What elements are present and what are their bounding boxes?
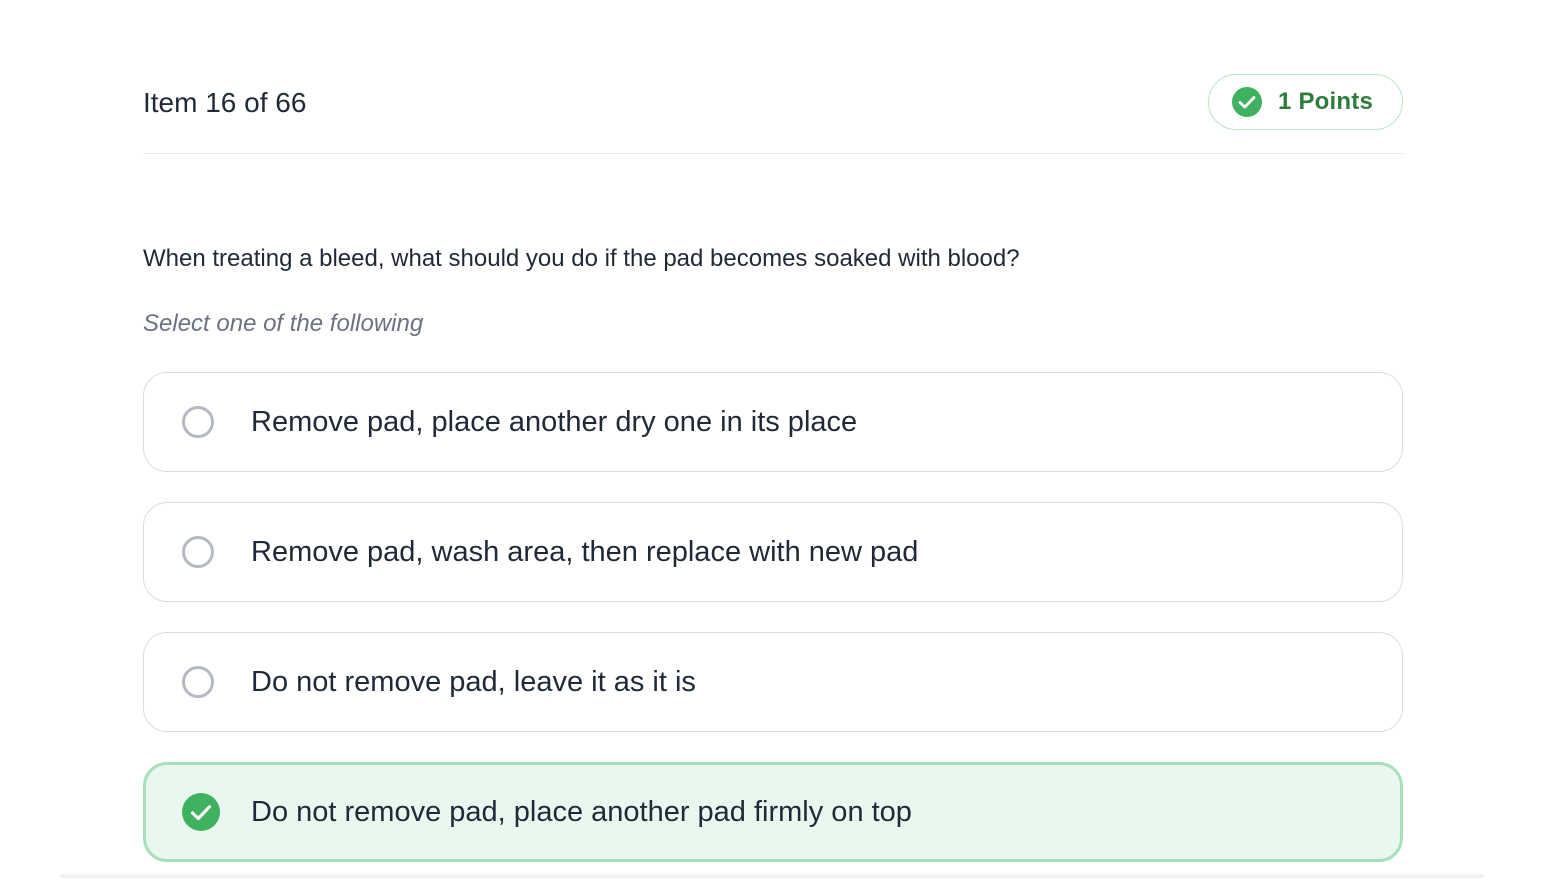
radio-button[interactable]	[182, 666, 214, 698]
answer-option-selected[interactable]: Do not remove pad, place another pad fir…	[143, 762, 1403, 862]
answer-option[interactable]: Remove pad, wash area, then replace with…	[143, 502, 1403, 602]
answer-option-label: Do not remove pad, place another pad fir…	[251, 795, 912, 828]
item-counter: Item 16 of 66	[143, 87, 307, 118]
question-instruction: Select one of the following	[143, 310, 424, 337]
radio-button[interactable]	[182, 536, 214, 568]
question-text: When treating a bleed, what should you d…	[143, 245, 1020, 272]
quiz-container: Item 16 of 66 1 Points When treating a b…	[143, 0, 1403, 862]
footer-shadow	[60, 874, 1484, 878]
radio-button[interactable]	[182, 406, 214, 438]
answer-option[interactable]: Do not remove pad, leave it as it is	[143, 632, 1403, 732]
answer-option[interactable]: Remove pad, place another dry one in its…	[143, 372, 1403, 472]
answer-options: Remove pad, place another dry one in its…	[143, 372, 1403, 892]
selected-check-icon[interactable]	[182, 793, 220, 831]
check-circle-icon	[1232, 87, 1263, 117]
quiz-header: Item 16 of 66 1 Points	[143, 0, 1403, 154]
answer-option-label: Remove pad, place another dry one in its…	[251, 405, 858, 438]
answer-option-label: Remove pad, wash area, then replace with…	[251, 535, 919, 568]
points-label: 1 Points	[1278, 88, 1373, 115]
points-badge: 1 Points	[1208, 74, 1403, 130]
answer-option-label: Do not remove pad, leave it as it is	[251, 665, 696, 698]
